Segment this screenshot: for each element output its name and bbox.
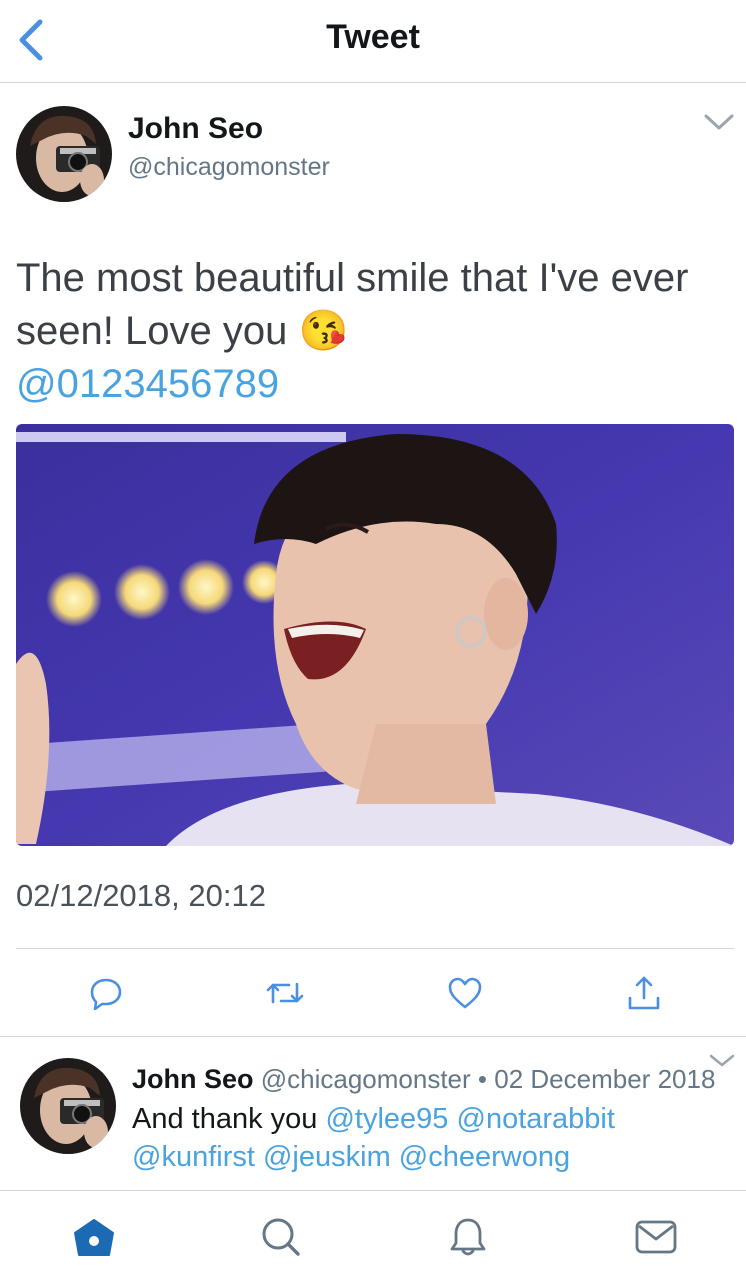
meta-separator: • (477, 1064, 488, 1094)
tweet-image (16, 424, 734, 846)
reply-author-handle[interactable]: @chicagomonster (261, 1064, 471, 1094)
tweet-text: The most beautiful smile that I've ever … (16, 252, 716, 411)
mail-icon (635, 1220, 677, 1254)
reply-author-name[interactable]: John Seo (132, 1064, 254, 1094)
tab-messages[interactable] (626, 1207, 686, 1267)
avatar-photo (20, 1058, 116, 1154)
tab-search[interactable] (251, 1207, 311, 1267)
retweet-icon (266, 982, 304, 1004)
search-icon (262, 1218, 300, 1256)
reply-text: And thank you @tylee95 @notarabbit @kunf… (132, 1100, 712, 1176)
nav-header: Tweet (0, 0, 746, 83)
tweet-body: The most beautiful smile that I've ever … (16, 256, 689, 353)
divider (16, 948, 734, 949)
mention-link[interactable]: @notarabbit (457, 1103, 615, 1135)
reply-author-avatar[interactable] (20, 1058, 116, 1154)
reply-date: 02 December 2018 (494, 1064, 716, 1094)
tweet-timestamp: 02/12/2018, 20:12 (16, 878, 266, 913)
author-name[interactable]: John Seo (128, 112, 263, 146)
retweet-button[interactable] (257, 965, 313, 1021)
kiss-emoji: 😘 (298, 309, 349, 353)
share-icon (628, 976, 660, 1010)
tweet-menu-button[interactable] (703, 108, 735, 136)
chevron-down-icon (709, 1054, 735, 1067)
reply-icon (90, 978, 122, 1010)
mention-link[interactable]: @jeuskim (263, 1141, 391, 1173)
reply-menu-button[interactable] (708, 1050, 736, 1072)
mention-link[interactable]: @tylee95 (325, 1103, 448, 1135)
divider (0, 1036, 746, 1037)
avatar-photo (16, 106, 112, 202)
mention-link[interactable]: @kunfirst (132, 1141, 255, 1173)
reply-meta: John Seo @chicagomonster • 02 December 2… (132, 1064, 715, 1095)
author-handle[interactable]: @chicagomonster (128, 153, 330, 182)
tab-home[interactable] (64, 1207, 124, 1267)
home-icon (74, 1219, 114, 1256)
tweet-photo[interactable] (16, 424, 734, 846)
tab-bar (0, 1190, 746, 1288)
page-title: Tweet (326, 18, 420, 56)
bell-icon (450, 1218, 486, 1256)
tab-notifications[interactable] (438, 1207, 498, 1267)
mention-link[interactable]: @cheerwong (399, 1141, 570, 1173)
tweet-mention-link[interactable]: @0123456789 (16, 362, 279, 406)
chevron-down-icon (704, 114, 734, 130)
like-button[interactable] (437, 965, 493, 1021)
reply-body: And thank you (132, 1103, 318, 1135)
author-avatar[interactable] (16, 106, 112, 202)
heart-icon (448, 977, 482, 1009)
share-button[interactable] (616, 965, 672, 1021)
reply-button[interactable] (78, 965, 134, 1021)
